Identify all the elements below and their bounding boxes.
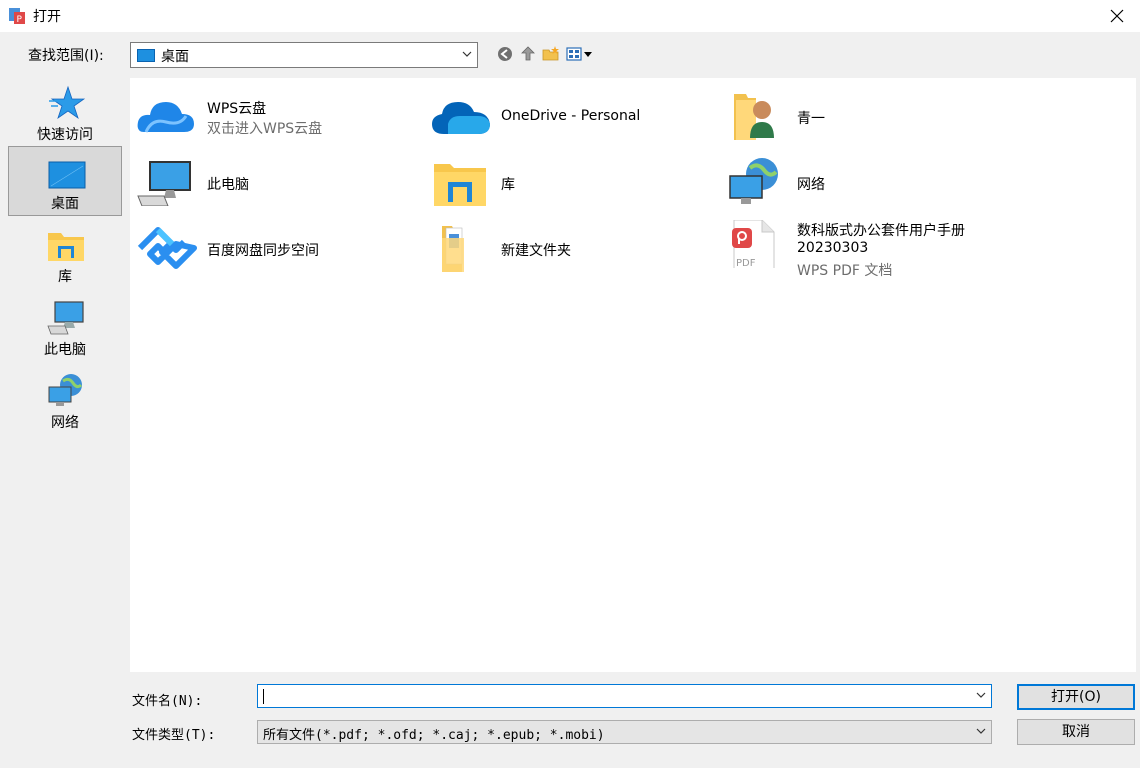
- svg-text:P: P: [17, 15, 23, 25]
- place-label: 桌面: [51, 196, 79, 212]
- window-title: 打开: [33, 9, 61, 25]
- filename-label: 文件名(N):: [132, 694, 203, 709]
- file-name: 百度网盘同步空间: [207, 243, 319, 259]
- file-subtitle: WPS PDF 文档: [797, 263, 893, 279]
- star-icon: [49, 85, 85, 120]
- place-network[interactable]: 网络: [8, 366, 122, 436]
- desktop-icon: [137, 49, 155, 62]
- text-cursor: [263, 689, 264, 704]
- file-name: WPS云盘: [207, 101, 267, 117]
- library-folder-icon: [48, 233, 84, 261]
- chevron-down-icon: [976, 728, 986, 734]
- file-item-user-folder[interactable]: 青一: [726, 86, 1006, 146]
- lookin-dropdown[interactable]: 桌面: [130, 42, 478, 68]
- chevron-down-icon: [462, 51, 472, 57]
- file-item-baidu-netdisk[interactable]: 百度网盘同步空间: [136, 218, 416, 278]
- svg-text:PDF: PDF: [736, 258, 756, 268]
- computer-icon: [137, 161, 191, 206]
- file-item-onedrive[interactable]: OneDrive - Personal: [430, 86, 720, 146]
- file-item-wps-cloud[interactable]: WPS云盘 双击进入WPS云盘: [136, 86, 416, 146]
- close-icon: [1110, 9, 1124, 23]
- file-subtitle: 双击进入WPS云盘: [207, 121, 323, 137]
- file-item-new-folder[interactable]: 新建文件夹: [430, 218, 710, 278]
- filetype-select[interactable]: 所有文件(*.pdf; *.ofd; *.caj; *.epub; *.mobi…: [257, 720, 992, 744]
- file-name: 新建文件夹: [501, 243, 571, 259]
- filename-input[interactable]: [257, 684, 992, 708]
- file-name: 库: [501, 177, 515, 193]
- cancel-button[interactable]: 取消: [1017, 719, 1135, 745]
- file-name: 此电脑: [207, 177, 249, 193]
- chevron-down-icon[interactable]: [976, 691, 986, 699]
- places-bar: 快速访问 桌面 库 此电脑 网络: [6, 74, 124, 764]
- onedrive-icon: [432, 102, 490, 134]
- place-label: 库: [58, 269, 72, 285]
- pdf-file-icon: PDF: [732, 220, 775, 268]
- view-grid-icon: [566, 47, 592, 61]
- place-library[interactable]: 库: [8, 220, 122, 290]
- desktop-icon: [48, 161, 86, 189]
- bottom-controls: 文件名(N): 打开(O) 文件类型(T): 所有文件(*.pdf; *.ofd…: [130, 672, 1140, 768]
- computer-icon: [47, 301, 84, 335]
- place-desktop[interactable]: 桌面: [8, 146, 122, 216]
- file-item-library[interactable]: 库: [430, 152, 710, 212]
- up-folder-icon: [521, 46, 535, 61]
- close-button[interactable]: [1094, 0, 1140, 32]
- place-label: 快速访问: [37, 127, 93, 143]
- filetype-label: 文件类型(T):: [132, 728, 216, 743]
- file-name-line2: 20230303: [797, 240, 869, 256]
- file-list: WPS云盘 双击进入WPS云盘 OneDrive - Personal 青一 此…: [130, 78, 1136, 672]
- place-this-pc[interactable]: 此电脑: [8, 293, 122, 363]
- file-name: 青一: [797, 111, 825, 127]
- new-folder-icon: [542, 46, 559, 61]
- lookin-value: 桌面: [161, 49, 189, 65]
- back-arrow-icon: [498, 47, 512, 61]
- title-bar: P 打开: [0, 0, 1140, 32]
- place-label: 网络: [51, 415, 79, 431]
- open-button[interactable]: 打开(O): [1017, 684, 1135, 710]
- lookin-row: 查找范围(I): 桌面: [0, 38, 1140, 72]
- file-item-this-pc[interactable]: 此电脑: [136, 152, 416, 212]
- baidu-netdisk-icon: [137, 227, 197, 269]
- up-folder-button[interactable]: [518, 44, 540, 66]
- back-button[interactable]: [495, 44, 517, 66]
- filetype-value: 所有文件(*.pdf; *.ofd; *.caj; *.epub; *.mobi…: [263, 728, 605, 743]
- file-item-pdf-manual[interactable]: PDF 数科版式办公套件用户手册 20230303 WPS PDF 文档: [726, 218, 1056, 280]
- network-icon: [729, 158, 778, 204]
- file-name: 网络: [797, 177, 825, 193]
- network-icon: [48, 374, 83, 406]
- cloud-icon: [137, 102, 194, 133]
- file-item-network[interactable]: 网络: [726, 152, 1006, 212]
- place-quick-access[interactable]: 快速访问: [8, 78, 122, 148]
- folder-icon: [442, 226, 464, 272]
- library-folder-icon: [434, 164, 486, 206]
- view-menu-button[interactable]: [565, 44, 595, 66]
- place-label: 此电脑: [44, 342, 86, 358]
- lookin-label: 查找范围(I):: [28, 48, 104, 64]
- file-name: OneDrive - Personal: [501, 108, 641, 124]
- wps-app-icon: P: [9, 8, 25, 25]
- new-folder-button[interactable]: [541, 44, 563, 66]
- file-name: 数科版式办公套件用户手册: [797, 223, 965, 239]
- user-folder-icon: [734, 94, 774, 140]
